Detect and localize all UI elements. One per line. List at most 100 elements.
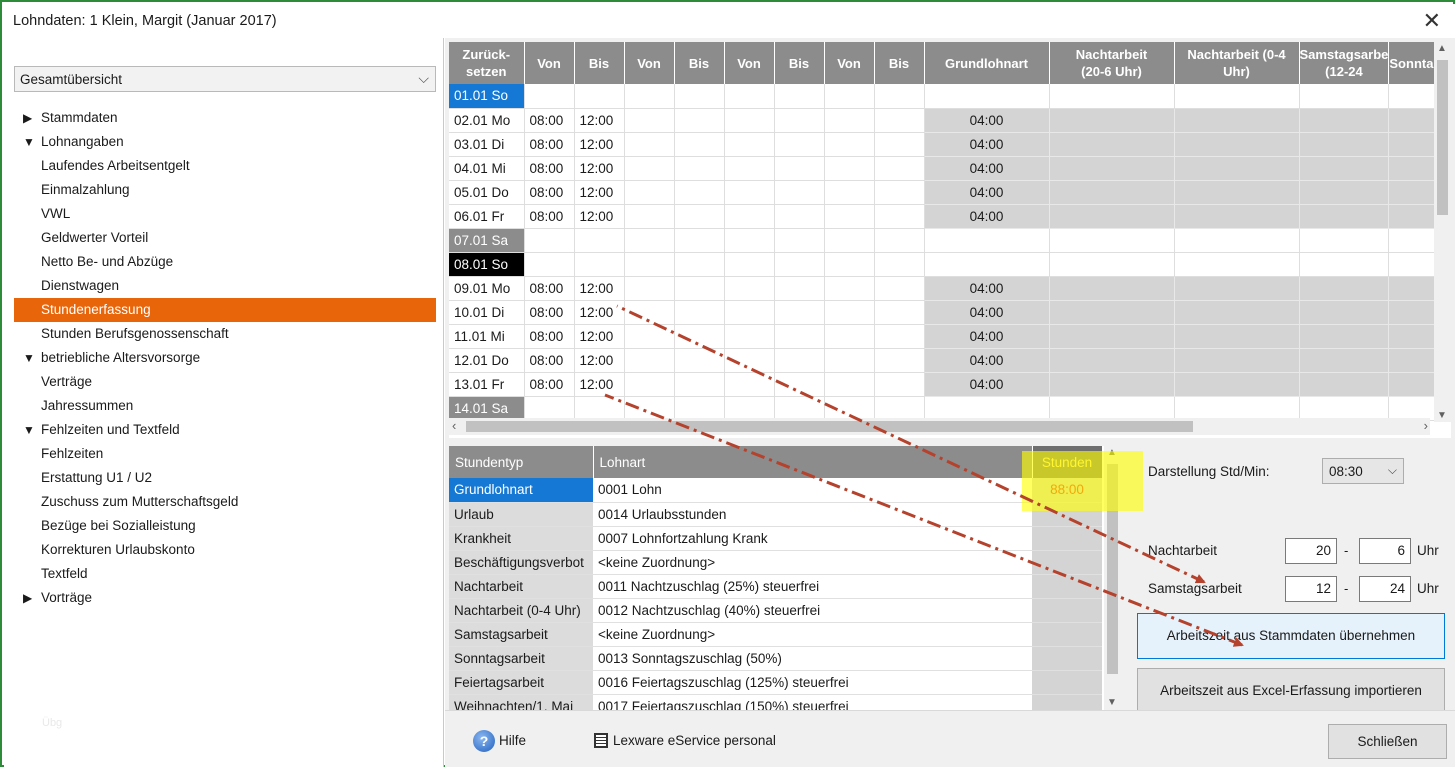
time-cell[interactable] xyxy=(1049,84,1175,109)
date-cell[interactable]: 14.01 Sa xyxy=(449,396,525,421)
time-cell[interactable] xyxy=(774,300,825,325)
time-cell[interactable] xyxy=(874,108,925,133)
time-cell[interactable] xyxy=(774,204,825,229)
time-cell[interactable] xyxy=(774,348,825,373)
time-cell[interactable] xyxy=(824,396,875,421)
time-cell[interactable] xyxy=(774,324,825,349)
wage-type-cell[interactable]: 0007 Lohnfortzahlung Krank xyxy=(593,526,1032,551)
hour-type-cell[interactable]: Feiertagsarbeit xyxy=(449,670,593,695)
time-cell[interactable] xyxy=(724,156,775,181)
tree-item[interactable]: Dienstwagen xyxy=(14,274,436,298)
hours-cell[interactable] xyxy=(1032,550,1102,575)
collapse-icon[interactable]: ▼ xyxy=(23,346,35,370)
wage-type-cell[interactable]: 0016 Feiertagszuschlag (125%) steuerfrei xyxy=(593,670,1032,695)
time-cell[interactable] xyxy=(1299,132,1390,157)
from-time-cell[interactable]: 08:00 xyxy=(524,300,575,325)
hour-type-cell[interactable]: Krankheit xyxy=(449,526,593,551)
hours-cell[interactable] xyxy=(1032,526,1102,551)
to-time-cell[interactable]: 12:00 xyxy=(574,156,625,181)
time-grid-header[interactable]: Samstagsarbe (12-24 xyxy=(1299,42,1390,84)
hour-type-cell[interactable]: Nachtarbeit (0-4 Uhr) xyxy=(449,598,593,623)
time-cell[interactable] xyxy=(874,372,925,397)
time-cell[interactable] xyxy=(724,300,775,325)
time-cell[interactable] xyxy=(1299,108,1390,133)
time-cell[interactable] xyxy=(624,300,675,325)
wage-type-row[interactable]: Beschäftigungsverbot <keine Zuordnung> xyxy=(449,550,1102,575)
time-cell[interactable] xyxy=(1049,252,1175,277)
time-cell[interactable] xyxy=(1174,372,1300,397)
tree-item[interactable]: Geldwerter Vorteil xyxy=(14,226,436,250)
time-cell[interactable] xyxy=(1299,228,1390,253)
time-cell[interactable] xyxy=(874,348,925,373)
wage-type-row[interactable]: Samstagsarbeit <keine Zuordnung> xyxy=(449,622,1102,647)
to-time-cell[interactable] xyxy=(574,84,625,109)
time-cell[interactable] xyxy=(724,228,775,253)
base-wage-hours-cell[interactable]: 04:00 xyxy=(924,372,1050,397)
base-wage-hours-cell[interactable]: 04:00 xyxy=(924,180,1050,205)
time-cell[interactable] xyxy=(1299,348,1390,373)
base-wage-hours-cell[interactable] xyxy=(924,396,1050,421)
tree-item[interactable]: Bezüge bei Sozialleistung xyxy=(14,514,436,538)
time-grid-vertical-scrollbar[interactable]: ▲ ▼ xyxy=(1434,42,1451,422)
time-cell[interactable] xyxy=(1299,180,1390,205)
date-cell[interactable]: 08.01 So xyxy=(449,252,525,277)
time-grid-header[interactable]: Grundlohnart xyxy=(924,42,1050,84)
time-grid-header[interactable]: Bis xyxy=(874,42,925,84)
tree-item[interactable]: Erstattung U1 / U2 xyxy=(14,466,436,490)
time-cell[interactable] xyxy=(824,84,875,109)
time-cell[interactable] xyxy=(674,228,725,253)
time-cell[interactable] xyxy=(624,276,675,301)
to-time-cell[interactable]: 12:00 xyxy=(574,180,625,205)
tree-item[interactable]: Jahressummen xyxy=(14,394,436,418)
scroll-thumb[interactable] xyxy=(1437,60,1448,215)
wage-type-row[interactable]: Urlaub 0014 Urlaubsstunden xyxy=(449,502,1102,527)
import-master-data-button[interactable]: Arbeitszeit aus Stammdaten übernehmen xyxy=(1137,613,1445,659)
scroll-up-icon[interactable]: ▲ xyxy=(1437,43,1447,54)
time-grid-header[interactable]: Bis xyxy=(674,42,725,84)
time-cell[interactable] xyxy=(1174,300,1300,325)
tree-item[interactable]: Fehlzeiten xyxy=(14,442,436,466)
from-time-cell[interactable]: 08:00 xyxy=(524,324,575,349)
time-cell[interactable] xyxy=(724,324,775,349)
wage-type-cell[interactable]: <keine Zuordnung> xyxy=(593,550,1032,575)
time-cell[interactable] xyxy=(724,204,775,229)
time-cell[interactable] xyxy=(874,252,925,277)
scroll-right-icon[interactable]: › xyxy=(1424,418,1428,433)
time-grid-row[interactable]: 06.01 Fr 08:00 12:00 04:00 xyxy=(449,204,1443,229)
time-cell[interactable] xyxy=(1174,276,1300,301)
time-grid-row[interactable]: 07.01 Sa xyxy=(449,228,1443,253)
time-cell[interactable] xyxy=(874,324,925,349)
base-wage-hours-cell[interactable]: 04:00 xyxy=(924,276,1050,301)
from-time-cell[interactable]: 08:00 xyxy=(524,276,575,301)
time-cell[interactable] xyxy=(1174,108,1300,133)
time-cell[interactable] xyxy=(624,204,675,229)
to-time-cell[interactable]: 12:00 xyxy=(574,204,625,229)
date-cell[interactable]: 01.01 So xyxy=(449,84,525,109)
time-cell[interactable] xyxy=(1049,324,1175,349)
time-grid-row[interactable]: 03.01 Di 08:00 12:00 04:00 xyxy=(449,132,1443,157)
time-cell[interactable] xyxy=(674,204,725,229)
scroll-thumb[interactable] xyxy=(466,421,1193,432)
time-cell[interactable] xyxy=(1299,300,1390,325)
hours-cell[interactable] xyxy=(1032,646,1102,671)
header-stunden[interactable]: Stunden xyxy=(1032,446,1103,478)
time-cell[interactable] xyxy=(874,180,925,205)
collapse-icon[interactable]: ▼ xyxy=(23,418,35,442)
date-cell[interactable]: 06.01 Fr xyxy=(449,204,525,229)
from-time-cell[interactable] xyxy=(524,84,575,109)
time-cell[interactable] xyxy=(774,228,825,253)
to-time-cell[interactable] xyxy=(574,228,625,253)
header-stundentyp[interactable]: Stundentyp xyxy=(449,446,594,478)
time-cell[interactable] xyxy=(874,300,925,325)
time-cell[interactable] xyxy=(1174,180,1300,205)
time-cell[interactable] xyxy=(824,372,875,397)
eservice-icon[interactable] xyxy=(594,733,608,748)
to-time-cell[interactable] xyxy=(574,252,625,277)
from-time-cell[interactable] xyxy=(524,252,575,277)
date-cell[interactable]: 11.01 Mi xyxy=(449,324,525,349)
time-cell[interactable] xyxy=(1299,84,1390,109)
time-cell[interactable] xyxy=(1299,372,1390,397)
time-cell[interactable] xyxy=(674,252,725,277)
time-cell[interactable] xyxy=(1174,228,1300,253)
time-cell[interactable] xyxy=(774,372,825,397)
